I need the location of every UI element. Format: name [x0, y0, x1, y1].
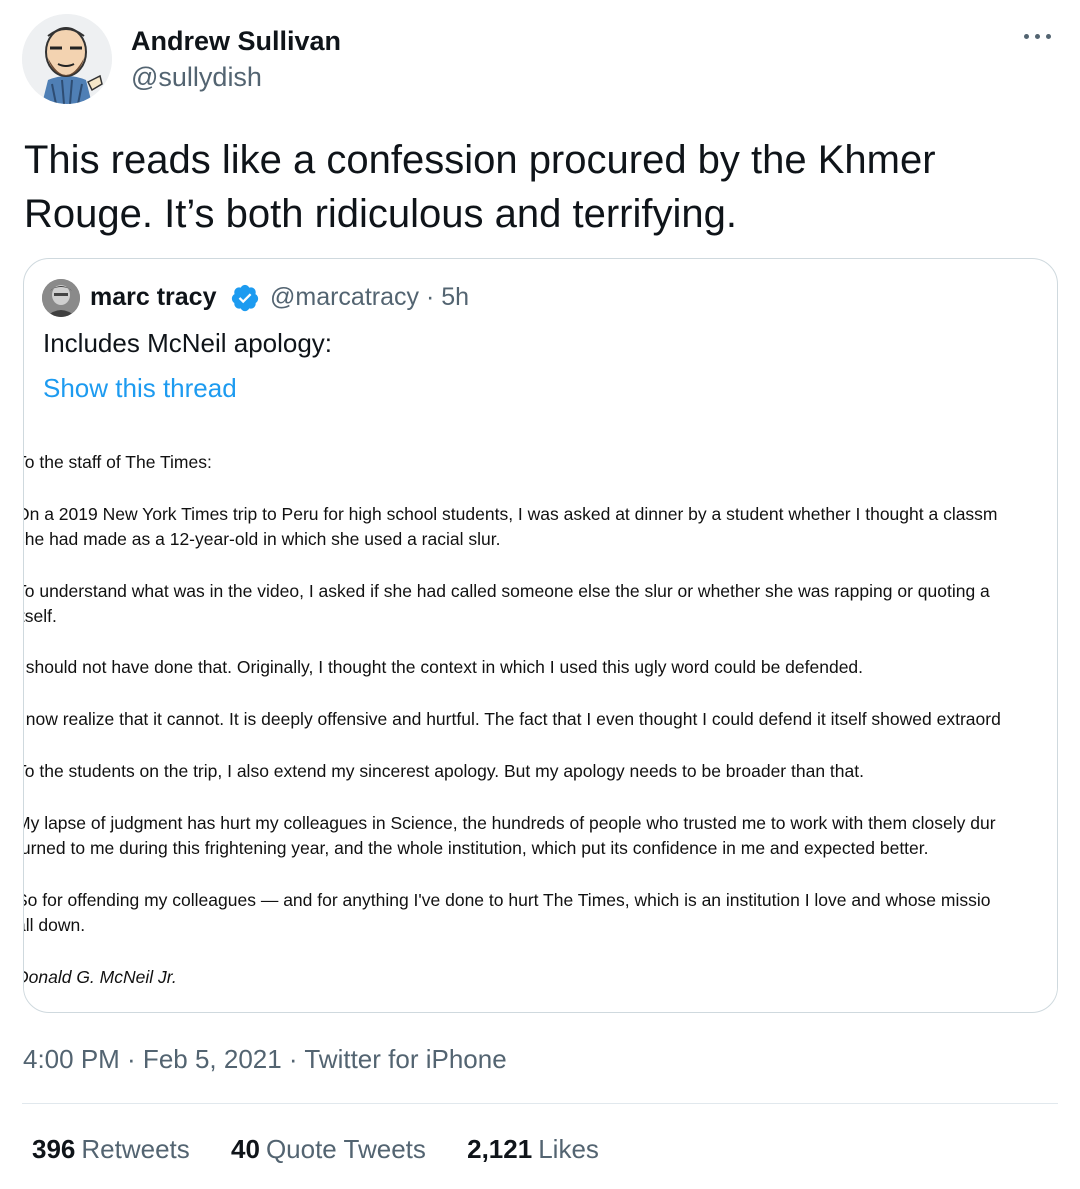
quoted-tweet[interactable]: marc tracy @marcatracy · 5h Includes McN… [23, 258, 1058, 1013]
letter-line: turned to me during this frightening yea… [23, 838, 929, 858]
show-thread-link[interactable]: Show this thread [43, 373, 237, 404]
letter-line: My lapse of judgment has hurt my colleag… [23, 813, 996, 833]
letter-line: all down. [24, 915, 86, 935]
tweet-timestamp[interactable]: 4:00 PM · Feb 5, 2021 · [23, 1044, 304, 1074]
retweets-count: 396 [32, 1134, 76, 1164]
quote-tweets-count: 40 [231, 1134, 260, 1164]
tweet-header: Andrew Sullivan @sullydish [22, 14, 1062, 106]
more-options-icon[interactable] [1020, 20, 1056, 50]
letter-line: I now realize that it cannot. It is deep… [23, 709, 1001, 729]
quoted-handle-time[interactable]: @marcatracy · 5h [270, 283, 469, 312]
author-handle[interactable]: @sullydish [131, 62, 262, 93]
retweets-label: Retweets [81, 1134, 190, 1164]
letter-line: To the students on the trip, I also exte… [23, 761, 864, 781]
letter-line: I should not have done that. Originally,… [23, 657, 864, 677]
letter-image[interactable]: To the staff of The Times: On a 2019 New… [23, 439, 1057, 999]
quote-tweets-label: Quote Tweets [265, 1134, 426, 1164]
quote-tweets-stat[interactable]: 40 Quote Tweets [231, 1134, 426, 1165]
letter-line: On a 2019 New York Times trip to Peru fo… [23, 504, 998, 524]
cartoon-avatar-icon [22, 14, 112, 104]
likes-label: Likes [538, 1134, 599, 1164]
letter-line: she had made as a 12-year-old in which s… [23, 529, 501, 549]
divider [22, 1103, 1058, 1104]
tweet-meta: 4:00 PM · Feb 5, 2021 · Twitter for iPho… [23, 1044, 507, 1075]
tweet-text: This reads like a confession procured by… [24, 138, 936, 236]
letter-line: To the staff of The Times: [23, 452, 212, 472]
engagement-stats: 396 Retweets 40 Quote Tweets 2,121 Likes [32, 1134, 633, 1165]
author-avatar[interactable] [22, 14, 112, 104]
quoted-tweet-text: Includes McNeil apology: [43, 328, 333, 358]
letter-line: To understand what was in the video, I a… [23, 581, 990, 601]
letter-line: itself. [24, 606, 57, 626]
letter-line: So for offending my colleagues — and for… [23, 890, 991, 910]
quoted-author-avatar[interactable] [42, 279, 80, 317]
author-name[interactable]: Andrew Sullivan [131, 26, 341, 57]
verified-badge-icon [231, 284, 259, 312]
retweets-stat[interactable]: 396 Retweets [32, 1134, 190, 1165]
tweet-source[interactable]: Twitter for iPhone [304, 1044, 506, 1074]
likes-stat[interactable]: 2,121 Likes [467, 1134, 599, 1165]
likes-count: 2,121 [467, 1134, 533, 1164]
photo-avatar-icon [42, 279, 80, 317]
quoted-author-name[interactable]: marc tracy [90, 283, 216, 312]
letter-signature: Donald G. McNeil Jr. [23, 967, 177, 987]
